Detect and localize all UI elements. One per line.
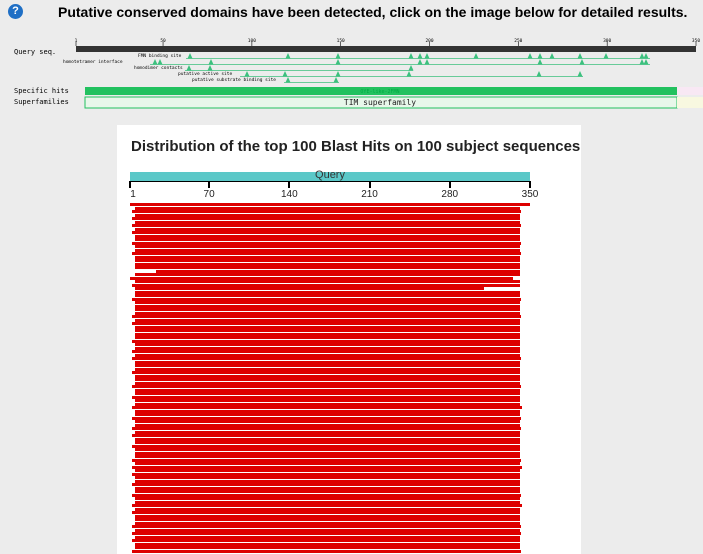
feature-site-marker[interactable] xyxy=(333,77,339,83)
feature-site-marker[interactable] xyxy=(639,59,645,65)
feature-site-marker[interactable] xyxy=(417,53,423,59)
feature-site-marker[interactable] xyxy=(157,59,163,65)
feature-label[interactable]: putative substrate binding site xyxy=(192,77,276,83)
blast-hit-bar[interactable] xyxy=(132,549,521,553)
axis-tick-label: 210 xyxy=(361,189,378,200)
axis-tick xyxy=(129,181,131,188)
feature-site-marker[interactable] xyxy=(282,71,288,77)
feature-site-marker[interactable] xyxy=(424,53,430,59)
page-title: Putative conserved domains have been det… xyxy=(58,4,688,20)
superfamily-label: TIM superfamily xyxy=(344,98,416,107)
feature-site-marker[interactable] xyxy=(577,53,583,59)
axis-tick-label: 1 xyxy=(130,189,136,200)
feature-site-marker[interactable] xyxy=(537,53,543,59)
feature-site-marker[interactable] xyxy=(187,53,193,59)
feature-site-marker[interactable] xyxy=(186,65,192,71)
feature-site-marker[interactable] xyxy=(152,59,158,65)
axis-tick xyxy=(368,181,371,188)
feature-site-marker[interactable] xyxy=(643,53,649,59)
query-bar: Query xyxy=(130,169,530,181)
feature-site-marker[interactable] xyxy=(473,53,479,59)
cdd-ruler-label: 250 xyxy=(514,38,522,44)
conserved-domains-graphic[interactable]: Query seq. Specific hits Superfamilies 1… xyxy=(0,36,703,112)
feature-site-marker[interactable] xyxy=(207,65,213,71)
feature-site-marker[interactable] xyxy=(603,53,609,59)
feature-site-marker[interactable] xyxy=(549,53,555,59)
feature-site-marker[interactable] xyxy=(579,59,585,65)
feature-label[interactable]: FMN binding site xyxy=(138,53,182,59)
axis-tick xyxy=(288,181,291,188)
feature-site-marker[interactable] xyxy=(639,53,645,59)
axis-tick-label: 70 xyxy=(203,189,215,200)
axis-tick xyxy=(448,181,451,188)
feature-label[interactable]: homotetramer interface xyxy=(63,59,123,65)
feature-site-marker[interactable] xyxy=(335,53,341,59)
cdd-ruler-label: 200 xyxy=(425,38,433,44)
cdd-ruler-label: 350 xyxy=(692,38,700,44)
axis-line xyxy=(130,181,530,182)
cdd-ruler-label: 1 xyxy=(75,38,78,44)
feature-site-marker[interactable] xyxy=(335,59,341,65)
feature-site-marker[interactable] xyxy=(208,59,214,65)
query-seq-bar xyxy=(76,46,696,52)
feature-site-marker[interactable] xyxy=(285,53,291,59)
axis-tick-label: 350 xyxy=(521,189,539,200)
feature-site-marker[interactable] xyxy=(577,71,583,77)
cdd-ruler-label: 100 xyxy=(248,38,256,44)
cdd-ruler-label: 300 xyxy=(603,38,611,44)
blast-title: Distribution of the top 100 Blast Hits o… xyxy=(131,138,581,155)
feature-site-marker[interactable] xyxy=(408,65,414,71)
feature-site-marker[interactable] xyxy=(424,59,430,65)
feature-label[interactable]: putative active site xyxy=(178,71,232,77)
feature-site-marker[interactable] xyxy=(417,59,423,65)
help-icon[interactable]: ? xyxy=(8,4,23,19)
cdd-svg: 1 50 100 150 200 250 300 350 FMN binding siteho… xyxy=(63,38,703,109)
query-label: Query xyxy=(315,169,345,181)
axis-tick xyxy=(529,181,531,188)
feature-site-marker[interactable] xyxy=(536,71,542,77)
feature-site-marker[interactable] xyxy=(244,71,250,77)
feature-label[interactable]: homodimer contacts xyxy=(134,65,183,71)
axis-tick xyxy=(208,181,211,188)
feature-site-marker[interactable] xyxy=(285,77,291,83)
feature-site-marker[interactable] xyxy=(527,53,533,59)
feature-site-marker[interactable] xyxy=(335,71,341,77)
blast-hits-panel: Distribution of the top 100 Blast Hits o… xyxy=(117,125,581,554)
cdd-ruler-label: 50 xyxy=(160,38,166,44)
feature-site-marker[interactable] xyxy=(643,59,649,65)
cdd-ruler-label: 150 xyxy=(337,38,345,44)
feature-site-marker[interactable] xyxy=(406,71,412,77)
specific-hit-label: OYE-like-2FMN xyxy=(360,89,399,95)
axis-tick-label: 280 xyxy=(441,189,459,200)
axis-tick-label: 140 xyxy=(280,189,298,200)
feature-site-marker[interactable] xyxy=(537,59,543,65)
feature-site-marker[interactable] xyxy=(408,53,414,59)
